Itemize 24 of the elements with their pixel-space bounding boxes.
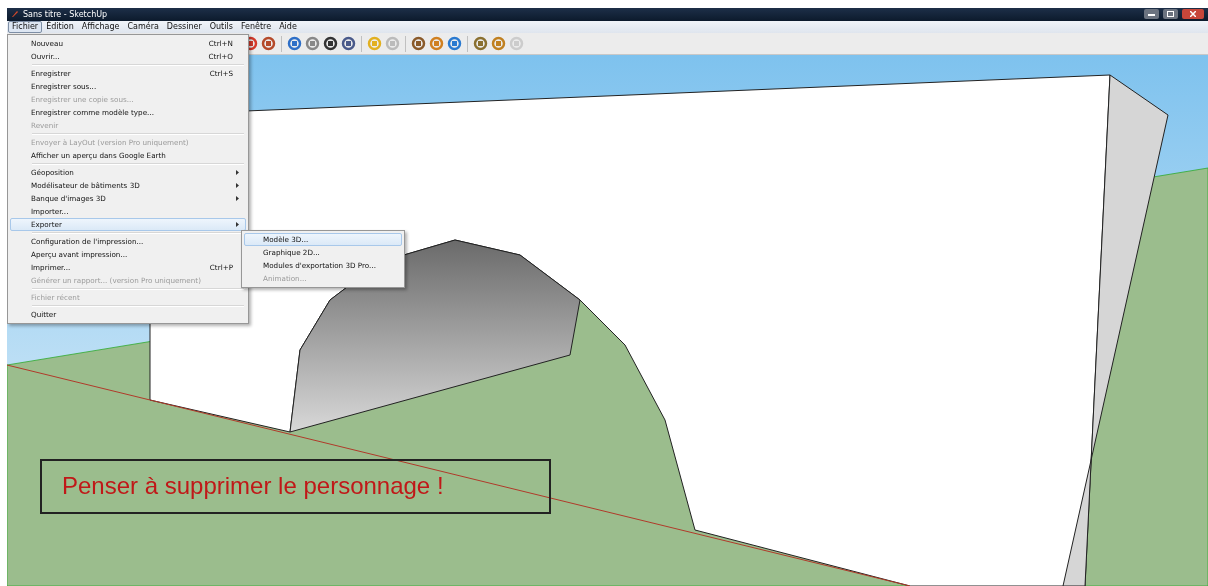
submenu-arrow-icon xyxy=(236,196,239,201)
minimize-button[interactable] xyxy=(1144,9,1159,20)
submenu-arrow-icon xyxy=(236,183,239,188)
window-title: Sans titre - SketchUp xyxy=(23,9,109,19)
minimize-icon xyxy=(1148,12,1155,16)
app-logo-icon xyxy=(11,10,19,19)
maximize-icon xyxy=(1167,11,1174,18)
menu-item[interactable]: Aide xyxy=(275,21,301,34)
menu-item[interactable]: Caméra xyxy=(123,21,163,34)
tool-icon[interactable] xyxy=(323,36,338,52)
tool-icon[interactable] xyxy=(341,36,356,52)
menu-item[interactable]: Dessiner xyxy=(162,21,206,34)
submenu-arrow-icon xyxy=(236,170,239,175)
menu-item[interactable]: Édition xyxy=(42,21,78,34)
menu-item[interactable]: Outils xyxy=(205,21,237,34)
maximize-button[interactable] xyxy=(1163,9,1178,20)
menu-item[interactable]: Affichage xyxy=(77,21,124,34)
tool-icon[interactable] xyxy=(411,36,426,52)
menu-item[interactable]: Fichier xyxy=(8,21,43,34)
menu-item[interactable]: Fenêtre xyxy=(236,21,276,34)
close-button[interactable] xyxy=(1182,9,1204,20)
submenu-arrow-icon xyxy=(236,222,239,227)
annotation-text: Penser à supprimer le personnage ! xyxy=(62,472,444,501)
close-icon xyxy=(1190,11,1196,18)
